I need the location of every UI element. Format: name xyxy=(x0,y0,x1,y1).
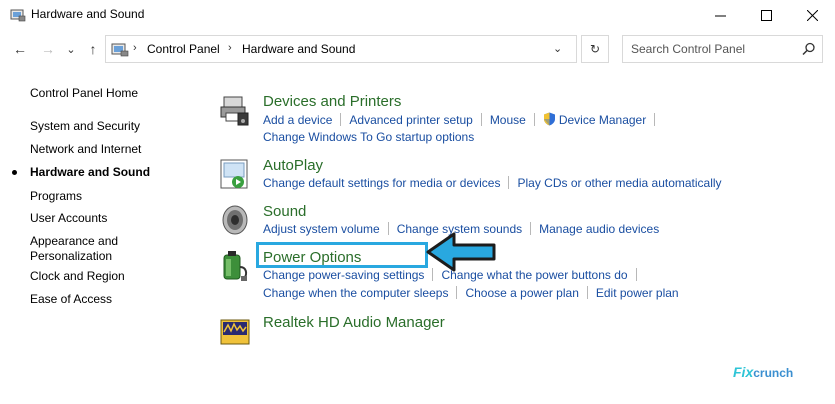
up-button[interactable]: ↑ xyxy=(84,38,102,60)
search-input[interactable]: Search Control Panel xyxy=(622,35,823,63)
category-title-autoplay[interactable]: AutoPlay xyxy=(263,157,323,174)
adjust-system-volume-link[interactable]: Adjust system volume xyxy=(263,222,380,236)
speaker-icon xyxy=(222,205,248,235)
choose-power-plan-link[interactable]: Choose a power plan xyxy=(465,286,578,300)
maximize-icon xyxy=(760,9,772,21)
watermark-rest: crunch xyxy=(753,366,794,380)
refresh-button[interactable]: ↻ xyxy=(581,35,609,63)
minimize-icon xyxy=(714,15,726,16)
printer-icon xyxy=(220,96,249,126)
breadcrumb-hardware-and-sound[interactable]: Hardware and Sound xyxy=(242,42,355,56)
close-icon xyxy=(806,9,818,21)
change-power-saving-settings-link[interactable]: Change power-saving settings xyxy=(263,268,424,282)
breadcrumb-separator[interactable]: › xyxy=(228,42,232,54)
watermark-logo: Fixcrunch xyxy=(733,364,793,380)
forward-arrow-icon: → xyxy=(41,41,55,57)
divider xyxy=(635,268,637,281)
category-title-realtek[interactable]: Realtek HD Audio Manager xyxy=(263,314,445,331)
search-icon[interactable] xyxy=(802,42,816,56)
watermark-brand: Fix xyxy=(733,364,754,380)
active-item-bullet xyxy=(12,170,17,175)
divider xyxy=(387,222,389,235)
change-sleep-link[interactable]: Change when the computer sleeps xyxy=(263,286,448,300)
divider xyxy=(480,113,482,126)
mouse-link[interactable]: Mouse xyxy=(490,113,526,127)
forward-button[interactable]: → xyxy=(38,38,58,60)
recent-locations-button[interactable]: ⌄ xyxy=(64,38,78,60)
maximize-button[interactable] xyxy=(743,0,789,30)
sidebar-item-programs[interactable]: Programs xyxy=(30,189,82,204)
divider xyxy=(586,286,588,299)
autoplay-links-row1: Change default settings for media or dev… xyxy=(263,176,722,190)
device-manager-link[interactable]: Device Manager xyxy=(559,113,646,127)
add-device-link[interactable]: Add a device xyxy=(263,113,332,127)
devices-links-row2: Change Windows To Go startup options xyxy=(263,130,474,144)
title-bar: Hardware and Sound xyxy=(0,0,835,30)
play-cds-link[interactable]: Play CDs or other media automatically xyxy=(517,176,721,190)
back-arrow-icon: ← xyxy=(13,41,27,57)
uac-shield-icon xyxy=(543,112,555,126)
divider xyxy=(533,113,535,126)
breadcrumb-control-panel[interactable]: Control Panel xyxy=(147,42,220,56)
window-title: Hardware and Sound xyxy=(31,7,145,21)
advanced-printer-setup-link[interactable]: Advanced printer setup xyxy=(349,113,472,127)
sidebar-item-appearance-line1[interactable]: Appearance and xyxy=(30,234,118,249)
control-panel-icon xyxy=(10,9,26,22)
sidebar-item-clock-and-region[interactable]: Clock and Region xyxy=(30,269,125,284)
power-links-row2: Change when the computer sleeps Choose a … xyxy=(263,286,679,300)
control-panel-location-icon xyxy=(111,43,129,57)
divider xyxy=(456,286,458,299)
sidebar-item-control-panel-home[interactable]: Control Panel Home xyxy=(30,86,138,101)
refresh-icon: ↻ xyxy=(589,42,601,56)
autoplay-icon xyxy=(220,159,248,189)
minimize-button[interactable] xyxy=(697,0,743,30)
sidebar-item-ease-of-access[interactable]: Ease of Access xyxy=(30,292,112,307)
sidebar-item-hardware-and-sound[interactable]: Hardware and Sound xyxy=(30,165,150,180)
chevron-down-icon: ⌄ xyxy=(66,43,76,56)
sidebar-item-user-accounts[interactable]: User Accounts xyxy=(30,211,107,226)
divider xyxy=(508,176,510,189)
category-title-devices-and-printers[interactable]: Devices and Printers xyxy=(263,93,401,110)
devices-links-row1: Add a device Advanced printer setup Mouse D… xyxy=(263,112,663,127)
category-title-sound[interactable]: Sound xyxy=(263,203,306,220)
sidebar-item-appearance-line2[interactable]: Personalization xyxy=(30,249,112,264)
breadcrumb-separator: › xyxy=(133,42,137,54)
up-arrow-icon: ↑ xyxy=(89,41,97,57)
search-placeholder: Search Control Panel xyxy=(631,42,746,56)
address-bar[interactable]: › Control Panel › Hardware and Sound ⌄ xyxy=(105,35,577,63)
change-default-media-settings-link[interactable]: Change default settings for media or dev… xyxy=(263,176,500,190)
edit-power-plan-link[interactable]: Edit power plan xyxy=(596,286,679,300)
close-button[interactable] xyxy=(789,0,835,30)
windows-to-go-link[interactable]: Change Windows To Go startup options xyxy=(263,130,474,144)
manage-audio-devices-link[interactable]: Manage audio devices xyxy=(539,222,659,236)
divider xyxy=(340,113,342,126)
divider xyxy=(654,113,656,126)
realtek-audio-icon xyxy=(220,319,250,345)
sidebar-item-system-and-security[interactable]: System and Security xyxy=(30,119,140,134)
back-button[interactable]: ← xyxy=(10,38,30,60)
address-dropdown-icon[interactable]: ⌄ xyxy=(553,42,562,55)
pointer-arrow-icon xyxy=(426,232,496,272)
sidebar-item-network-and-internet[interactable]: Network and Internet xyxy=(30,142,141,157)
battery-icon xyxy=(223,251,248,281)
divider xyxy=(530,222,532,235)
power-options-highlight-box xyxy=(256,242,428,268)
